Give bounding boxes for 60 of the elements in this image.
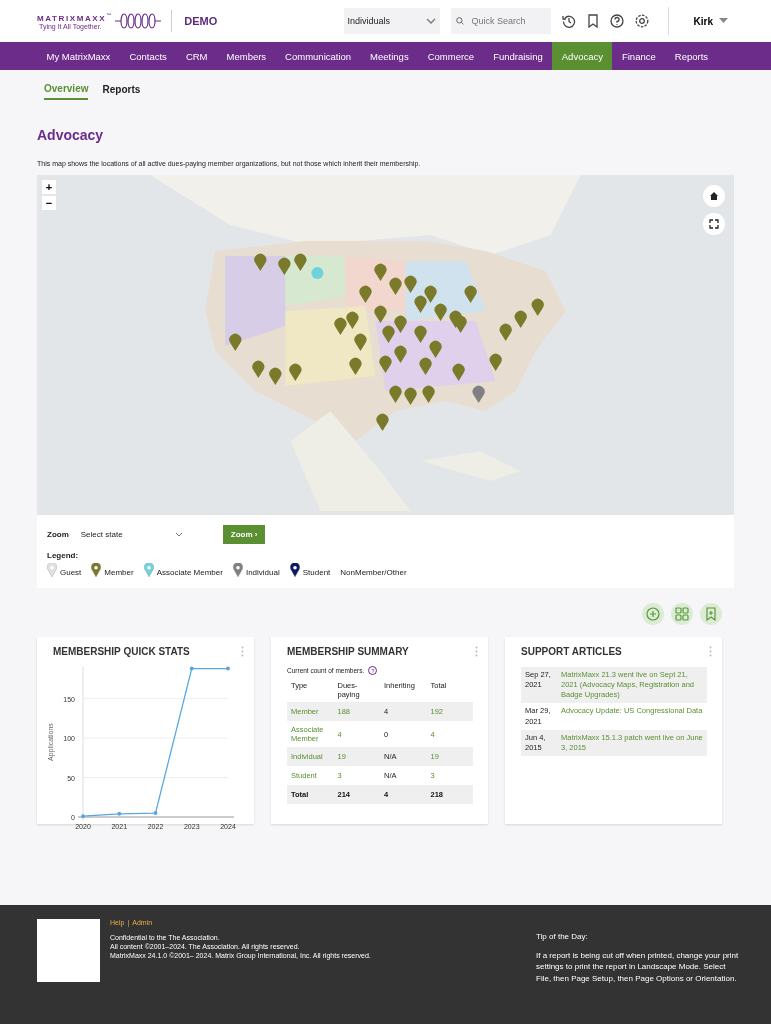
legend-label: Individual [245,568,280,577]
search-field[interactable]: Quick Search [450,8,551,34]
nav-tab[interactable]: Communication [275,42,361,70]
legend-label: Associate Member [156,568,223,577]
sub-tab[interactable]: Reports [102,82,141,100]
bookmark-add-button[interactable] [700,603,722,625]
logo-wordmark: MATRIXMAXX$^{™}$ [37,12,112,23]
site-label: DEMO [184,15,218,27]
search-input[interactable]: Quick Search [469,15,546,27]
tip-title: Tip of the Day: [536,931,589,943]
nav-tab[interactable]: Contacts [119,42,177,70]
plus-circle-icon [646,607,660,621]
nav-tab[interactable]: CRM [176,42,217,70]
data-point [117,811,122,816]
tip-text: If a report is being cut off when printed, change your print settings to print the report in Landscape Mode. Select File, then Page Setup, then Page Options or Orientation. [536,950,740,984]
sub-tab[interactable]: Overview [44,82,89,100]
page-title: Advocacy [37,127,105,145]
nav-tab[interactable]: Finance [612,42,666,70]
zoom-label: Zoom [47,530,69,539]
type-dropdown[interactable]: Individuals [343,8,440,34]
caret-icon [719,18,728,24]
settings-icon[interactable] [634,14,649,28]
zoom-in-button[interactable]: + [42,180,56,194]
legend-title: Legend: [47,551,80,560]
fullscreen-icon [709,219,719,229]
data-point [226,666,230,671]
bookmark-plus-icon [705,607,717,621]
house-icon [709,191,719,201]
bookmark-icon[interactable] [586,14,599,28]
add-button[interactable] [642,603,664,625]
nav-tab[interactable]: Commerce [418,42,484,70]
legend-label: NonMember/Other [340,568,407,577]
zoom-button[interactable]: Zoom › [222,525,266,544]
data-point [153,811,158,816]
card-title: MEMBERSHIP QUICK STATS [53,646,190,657]
search-icon [455,15,464,27]
legend-label: Guest [60,568,82,577]
zoom-out-button[interactable]: − [42,196,56,210]
footer-logo-box [37,919,100,982]
state-select[interactable]: Select state [76,525,187,544]
nav-tab[interactable]: My MatrixMaxx [37,42,120,70]
data-point [189,666,194,671]
help-icon[interactable] [609,14,624,28]
user-menu[interactable]: Kirk [687,14,734,28]
data-point [81,814,85,819]
card-title: SUPPORT ARTICLES [521,646,622,657]
wave-logo-icon [115,12,162,30]
nav-tab[interactable]: Reports [665,42,718,70]
legend-label: Member [104,568,134,577]
chevron-down-icon [425,18,436,24]
grid-button[interactable] [671,603,693,625]
nav-tab[interactable]: Fundraising [483,42,553,70]
legend-label: Student [302,568,331,577]
nav-tab[interactable]: Advocacy [552,42,613,70]
nav-tab[interactable]: Members [217,42,276,70]
chevron-down-icon [174,532,183,537]
history-icon[interactable] [561,14,576,28]
nav-tab[interactable]: Meetings [360,42,419,70]
grid-icon [675,607,689,621]
card-title: MEMBERSHIP SUMMARY [287,646,409,657]
